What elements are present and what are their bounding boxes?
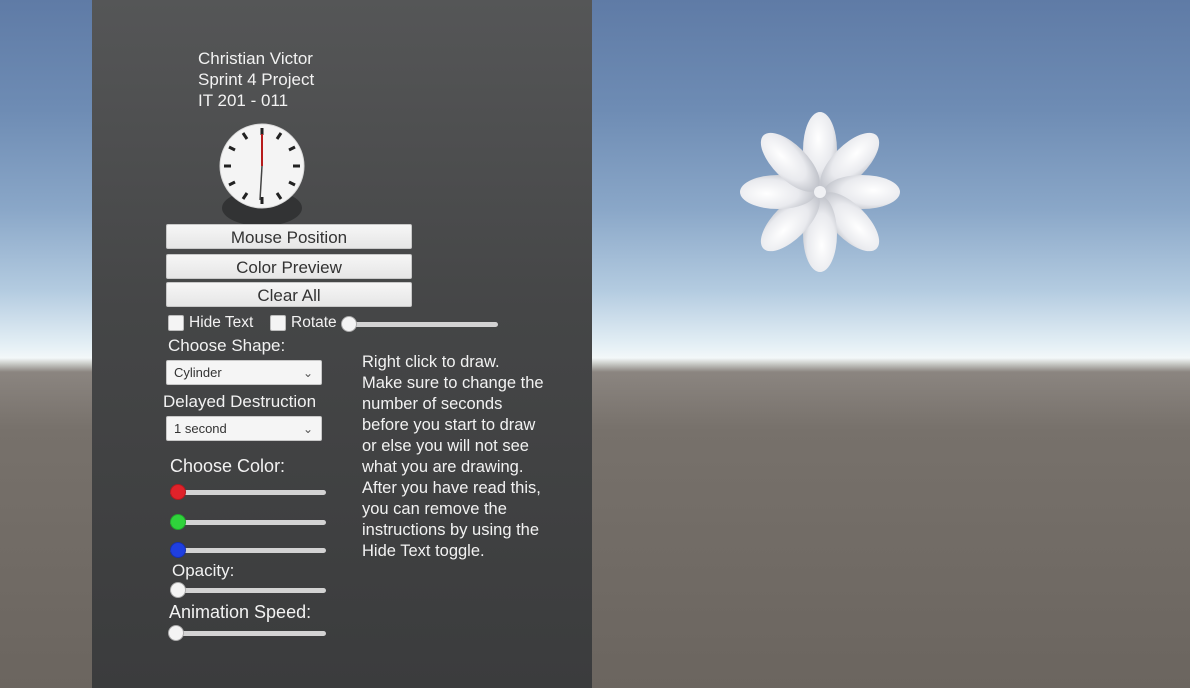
destruction-dropdown-value: 1 second — [174, 421, 227, 436]
instruction-line: Make sure to change the — [362, 374, 544, 392]
shape-dropdown[interactable]: Cylinder ⌄ — [166, 360, 322, 385]
course-code: IT 201 - 011 — [198, 91, 289, 110]
opacity-label: Opacity: — [172, 561, 235, 580]
destruction-dropdown[interactable]: 1 second ⌄ — [166, 416, 322, 441]
green-slider-knob[interactable] — [170, 514, 186, 530]
instructions-text: Right click to draw. Make sure to change … — [362, 352, 544, 562]
rotate-slider-track[interactable] — [342, 322, 498, 327]
chevron-down-icon: ⌄ — [302, 366, 313, 380]
instruction-line: before you start to draw — [362, 416, 536, 434]
animation-speed-label: Animation Speed: — [169, 602, 312, 622]
hide-text-checkbox[interactable] — [168, 315, 184, 331]
color-preview-button[interactable]: Color Preview — [166, 254, 412, 279]
instruction-line: After you have read this, — [362, 479, 541, 497]
mouse-position-button[interactable]: Mouse Position — [166, 224, 412, 249]
blue-slider-track[interactable] — [170, 548, 326, 553]
rotate-checkbox[interactable] — [270, 315, 286, 331]
hide-text-label: Hide Text — [189, 314, 254, 331]
instruction-line: you can remove the — [362, 500, 507, 518]
red-slider-knob[interactable] — [170, 484, 186, 500]
delayed-destruction-label: Delayed Destruction — [163, 392, 317, 411]
blue-slider-knob[interactable] — [170, 542, 186, 558]
green-slider-track[interactable] — [170, 520, 326, 525]
animation-speed-slider-track[interactable] — [170, 631, 326, 636]
instruction-line: Hide Text toggle. — [362, 542, 485, 560]
chevron-down-icon: ⌄ — [302, 422, 313, 436]
rotate-slider-knob[interactable] — [341, 316, 357, 332]
project-title: Sprint 4 Project — [198, 70, 315, 89]
animation-speed-slider-knob[interactable] — [168, 625, 184, 641]
ui-panel — [92, 0, 592, 688]
opacity-slider-track[interactable] — [170, 588, 326, 593]
clock-icon — [219, 123, 305, 226]
choose-shape-label: Choose Shape: — [168, 336, 286, 355]
instruction-line: number of seconds — [362, 395, 503, 413]
author-name: Christian Victor — [198, 49, 313, 68]
red-slider-track[interactable] — [170, 490, 326, 495]
opacity-slider-knob[interactable] — [170, 582, 186, 598]
clear-all-button[interactable]: Clear All — [166, 282, 412, 307]
instruction-line: or else you will not see — [362, 437, 529, 455]
choose-color-label: Choose Color: — [170, 456, 286, 476]
flower-shape — [740, 112, 900, 272]
instruction-line: Right click to draw. — [362, 353, 500, 371]
rotate-label: Rotate — [291, 314, 337, 331]
shape-dropdown-value: Cylinder — [174, 365, 222, 380]
instruction-line: what you are drawing. — [362, 458, 524, 476]
instruction-line: instructions by using the — [362, 521, 540, 539]
